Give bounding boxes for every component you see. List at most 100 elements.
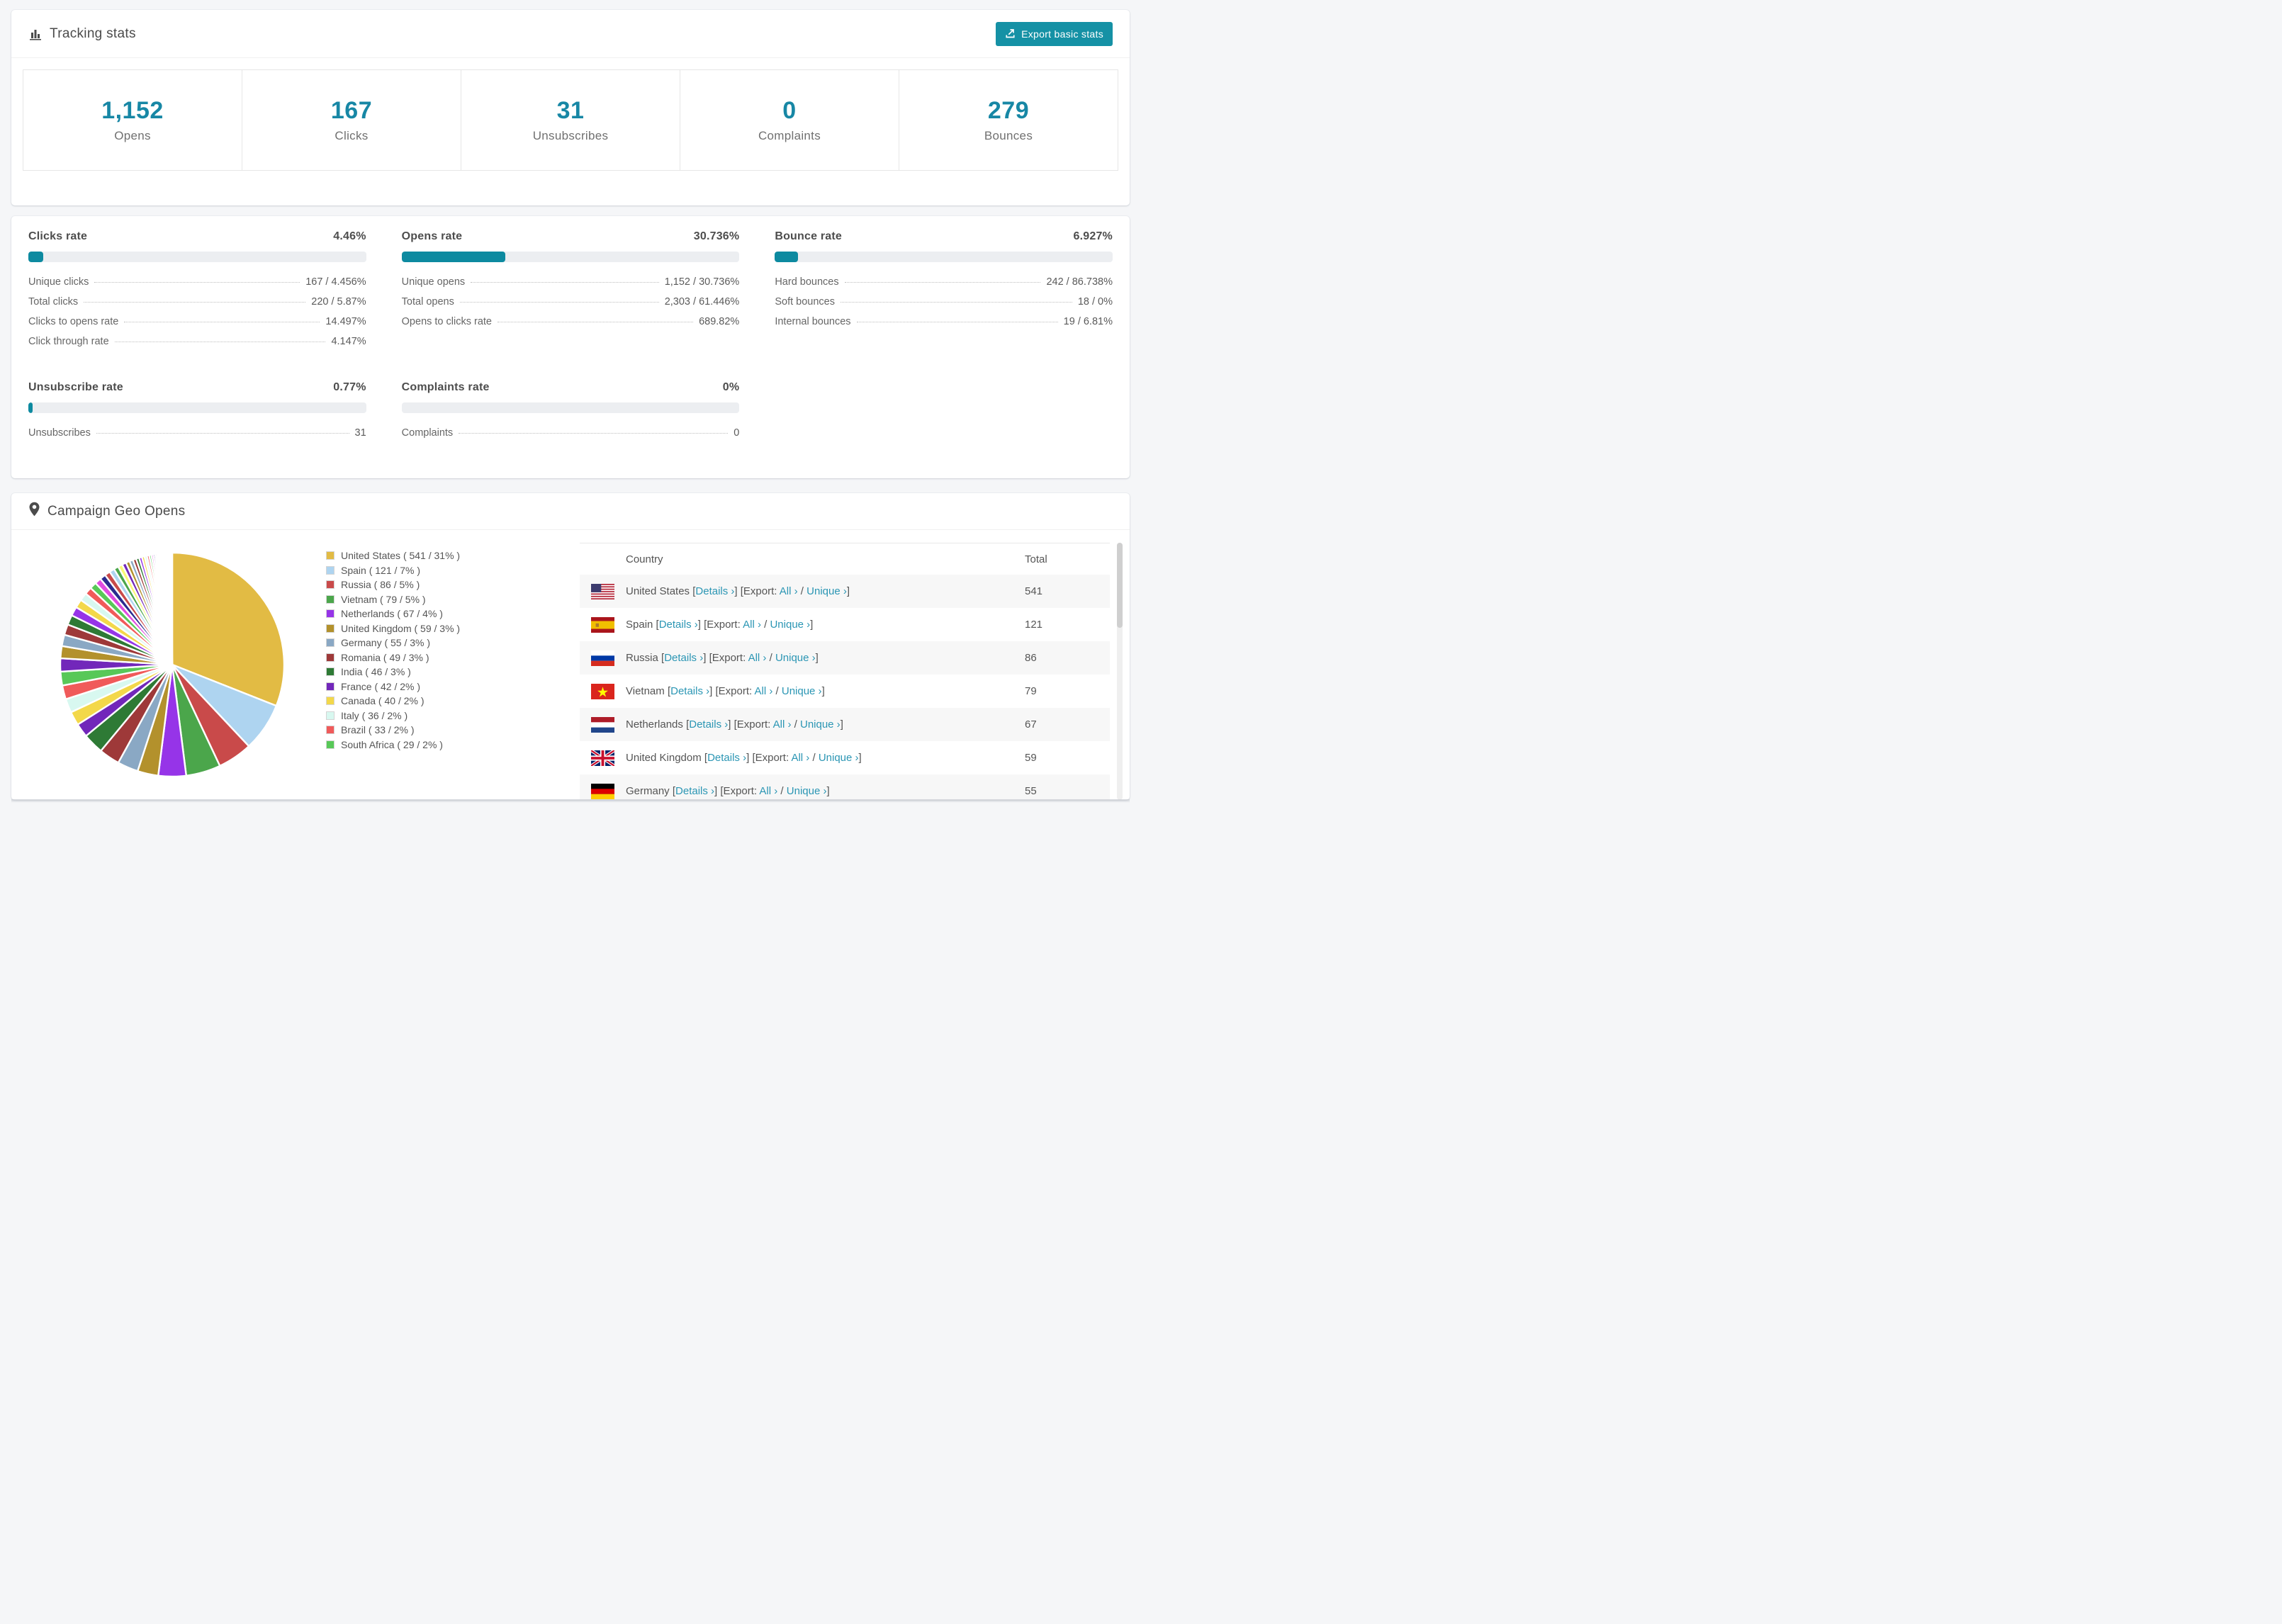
export-all-link[interactable]: All ›	[743, 619, 761, 631]
nl-flag-icon	[591, 716, 614, 733]
rate-title-row: Opens rate 30.736%	[402, 230, 740, 243]
rate-stat-value: 167 / 4.456%	[305, 276, 366, 288]
geo-table-row-ru: Russia [Details ›] [Export: All › / Uniq…	[580, 641, 1110, 675]
details-link[interactable]: Details ›	[675, 785, 714, 797]
rate-stat-value: 242 / 86.738%	[1046, 276, 1113, 288]
summary-stat-unsubscribes: 31 Unsubscribes	[461, 70, 680, 170]
legend-swatch	[326, 638, 335, 648]
table-scrollbar-thumb[interactable]	[1117, 543, 1123, 628]
rate-stat-row: Internal bounces 19 / 6.81%	[775, 316, 1113, 336]
summary-stat-label: Opens	[114, 129, 151, 142]
legend-swatch	[326, 551, 335, 560]
rate-value: 4.46%	[333, 230, 366, 242]
rate-stat-row: Clicks to opens rate 14.497%	[28, 316, 366, 336]
rate-stat-value: 14.497%	[325, 316, 366, 327]
summary-stat-opens: 1,152 Opens	[23, 70, 242, 170]
legend-label: Romania ( 49 / 3% )	[341, 651, 429, 663]
dotted-leader	[96, 433, 349, 434]
link-punctuation: [Export:	[740, 585, 780, 597]
details-link[interactable]: Details ›	[689, 718, 728, 731]
rate-stat-value: 31	[354, 427, 366, 439]
legend-label: India ( 46 / 3% )	[341, 666, 411, 678]
export-all-link[interactable]: All ›	[773, 718, 792, 731]
legend-label: Russia ( 86 / 5% )	[341, 579, 420, 591]
rate-value: 30.736%	[693, 230, 740, 242]
rate-title: Clicks rate	[28, 230, 88, 242]
rate-title: Opens rate	[401, 230, 463, 242]
table-scrollbar[interactable]	[1117, 543, 1123, 800]
legend-item-france: France ( 42 / 2% )	[326, 680, 460, 694]
rate-stat-row: Total opens 2,303 / 61.446%	[402, 296, 740, 316]
link-punctuation: /	[766, 652, 775, 664]
vn-flag-icon	[591, 683, 614, 699]
link-punctuation: /	[760, 619, 770, 631]
export-all-link[interactable]: All ›	[791, 752, 809, 764]
geo-table-total-cell: 55	[1025, 785, 1037, 797]
rate-stat-row: Complaints 0	[402, 427, 740, 447]
rate-stat-label: Opens to clicks rate	[401, 316, 492, 327]
legend-item-russia: Russia ( 86 / 5% )	[326, 577, 460, 592]
legend-swatch	[326, 580, 335, 590]
geo-table-total-cell: 79	[1025, 685, 1037, 697]
link-punctuation: ]	[826, 785, 830, 797]
dotted-leader	[459, 302, 659, 303]
legend-label: Canada ( 40 / 2% )	[341, 695, 425, 707]
geo-table-total-cell: 59	[1025, 752, 1037, 764]
legend-swatch	[326, 594, 335, 604]
details-link[interactable]: Details ›	[670, 685, 709, 697]
legend-label: South Africa ( 29 / 2% )	[341, 738, 443, 750]
card-bottom-shadow	[11, 799, 1130, 803]
link-punctuation: [Export:	[715, 685, 755, 697]
link-punctuation: /	[791, 718, 800, 731]
export-all-link[interactable]: All ›	[748, 652, 767, 664]
summary-stat-label: Bounces	[984, 129, 1033, 142]
export-unique-link[interactable]: Unique ›	[800, 718, 841, 731]
rate-title-row: Unsubscribe rate 0.77%	[28, 381, 366, 394]
export-unique-link[interactable]: Unique ›	[819, 752, 859, 764]
link-punctuation: ]	[821, 685, 825, 697]
rate-value: 0.77%	[333, 381, 366, 393]
details-link[interactable]: Details ›	[707, 752, 746, 764]
rate-title-row: Bounce rate 6.927%	[775, 230, 1113, 243]
rate-progress-bar	[28, 402, 366, 413]
details-link[interactable]: Details ›	[664, 652, 703, 664]
geo-table-header-row: Country Total	[580, 543, 1110, 575]
rate-stat-row: Click through rate 4.147%	[28, 336, 366, 356]
export-icon	[1005, 28, 1016, 40]
rate-stat-row: Opens to clicks rate 689.82%	[402, 316, 740, 336]
geo-table-row-us: United States [Details ›] [Export: All ›…	[580, 575, 1110, 608]
summary-stat-clicks: 167 Clicks	[242, 70, 461, 170]
legend-item-romania: Romania ( 49 / 3% )	[326, 650, 460, 665]
tracking-stats-title-text: Tracking stats	[50, 26, 136, 41]
legend-item-brazil: Brazil ( 33 / 2% )	[326, 723, 460, 738]
legend-swatch	[326, 697, 335, 706]
summary-stat-value: 1,152	[101, 97, 164, 124]
details-link[interactable]: Details ›	[695, 585, 734, 597]
legend-swatch	[326, 740, 335, 749]
rate-title: Complaints rate	[401, 381, 490, 393]
legend-item-germany: Germany ( 55 / 3% )	[326, 636, 460, 650]
export-unique-link[interactable]: Unique ›	[806, 585, 847, 597]
geo-table-total-cell: 67	[1025, 718, 1037, 731]
es-flag-icon	[591, 616, 614, 633]
export-all-link[interactable]: All ›	[755, 685, 773, 697]
rate-title: Unsubscribe rate	[28, 381, 123, 393]
export-unique-link[interactable]: Unique ›	[787, 785, 827, 797]
legend-swatch	[326, 726, 335, 735]
export-all-link[interactable]: All ›	[759, 785, 777, 797]
rate-stat-rows: Complaints 0	[402, 427, 740, 447]
geo-table-header-country: Country	[626, 553, 663, 565]
export-unique-link[interactable]: Unique ›	[775, 652, 816, 664]
link-punctuation: [Export:	[704, 619, 743, 631]
legend-label: Spain ( 121 / 7% )	[341, 564, 421, 576]
rate-stat-value: 19 / 6.81%	[1063, 316, 1113, 327]
export-unique-link[interactable]: Unique ›	[782, 685, 822, 697]
link-punctuation: ]	[697, 619, 704, 631]
link-punctuation: ]	[815, 652, 819, 664]
export-unique-link[interactable]: Unique ›	[770, 619, 810, 631]
export-basic-stats-button[interactable]: Export basic stats	[996, 21, 1113, 46]
details-link[interactable]: Details ›	[659, 619, 698, 631]
summary-stat-value: 31	[556, 97, 585, 124]
rate-stat-label: Hard bounces	[775, 276, 839, 288]
export-all-link[interactable]: All ›	[780, 585, 798, 597]
